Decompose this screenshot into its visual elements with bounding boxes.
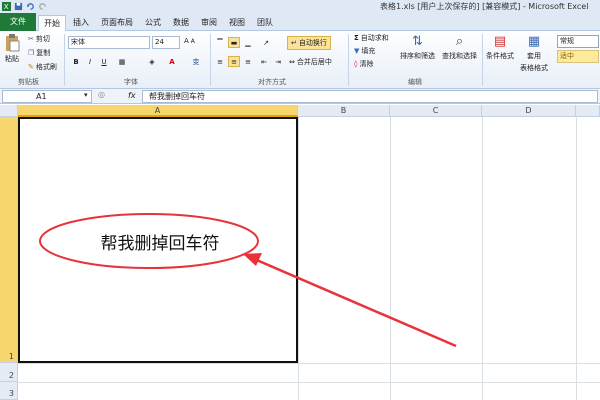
arrow-head-icon	[243, 253, 262, 266]
annotation-arrow-line	[251, 256, 457, 348]
annotation-overlay	[39, 213, 457, 348]
highlight-ellipse	[39, 213, 259, 269]
